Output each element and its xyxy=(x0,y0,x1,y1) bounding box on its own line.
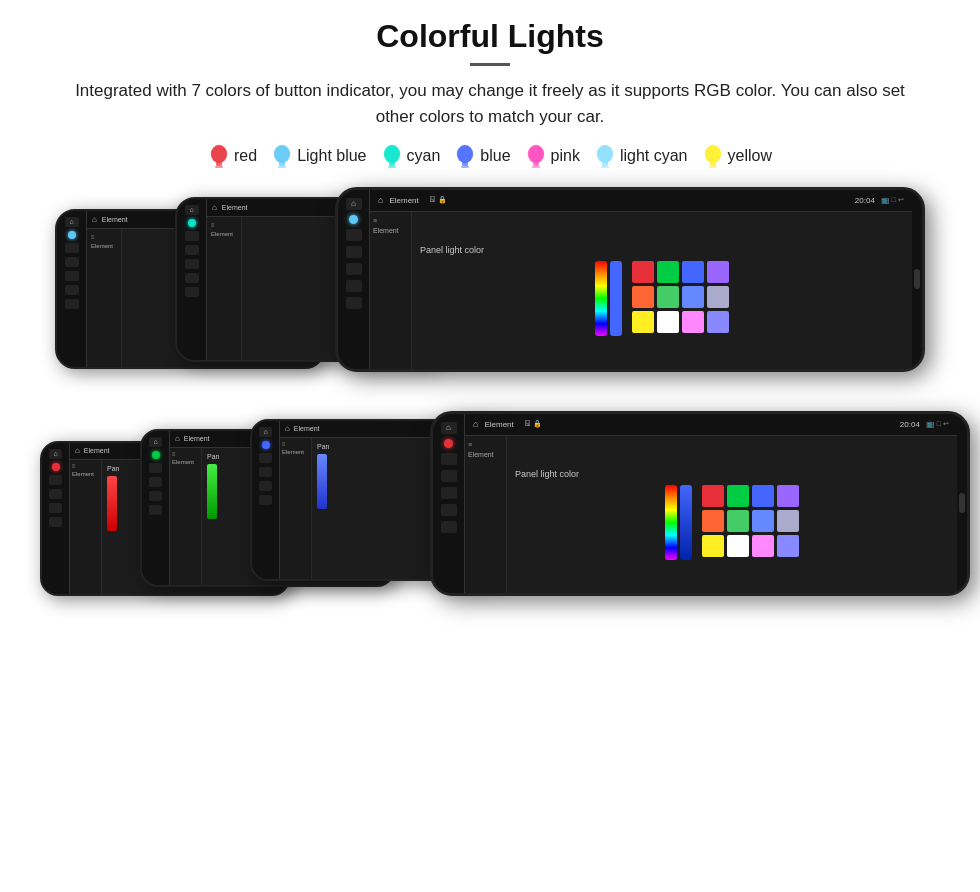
color-label: light cyan xyxy=(620,147,688,165)
color-label: yellow xyxy=(728,147,772,165)
color-label: Light blue xyxy=(297,147,366,165)
bulb-icon xyxy=(525,143,547,169)
svg-rect-6 xyxy=(278,166,286,168)
color-label: blue xyxy=(480,147,510,165)
color-label: cyan xyxy=(407,147,441,165)
bulb-icon xyxy=(454,143,476,169)
svg-rect-14 xyxy=(461,166,469,168)
color-item: Light blue xyxy=(271,143,366,169)
svg-rect-10 xyxy=(388,166,396,168)
bottom-device-large: ⌂ ⌂ Element 🖫 🔒 20:04 xyxy=(430,411,970,596)
color-label: pink xyxy=(551,147,580,165)
color-item: light cyan xyxy=(594,143,688,169)
color-item: yellow xyxy=(702,143,772,169)
color-indicators-row: red Light blue cyan blue pink light cyan xyxy=(208,143,772,169)
bulb-icon xyxy=(594,143,616,169)
devices-section: ⌂ ⌂ Element xyxy=(40,187,940,646)
color-item: cyan xyxy=(381,143,441,169)
color-item: blue xyxy=(454,143,510,169)
svg-rect-26 xyxy=(709,166,717,168)
description-text: Integrated with 7 colors of button indic… xyxy=(55,78,925,131)
svg-rect-2 xyxy=(215,166,223,168)
top-device-large: ⌂ ⌂ Element 🖫 🔒 20:04 xyxy=(335,187,925,372)
color-item: pink xyxy=(525,143,580,169)
color-item: red xyxy=(208,143,257,169)
page-title: Colorful Lights xyxy=(376,18,604,55)
bulb-icon xyxy=(208,143,230,169)
page: Colorful Lights Integrated with 7 colors… xyxy=(0,0,980,892)
bulb-icon xyxy=(381,143,403,169)
title-divider xyxy=(470,63,510,66)
top-device-row: ⌂ ⌂ Element xyxy=(40,187,940,397)
svg-rect-18 xyxy=(532,166,540,168)
bulb-icon xyxy=(702,143,724,169)
bulb-icon xyxy=(271,143,293,169)
bottom-device-row: ⌂ ⌂ Element 🖫 xyxy=(40,411,940,646)
color-label: red xyxy=(234,147,257,165)
svg-rect-22 xyxy=(601,166,609,168)
